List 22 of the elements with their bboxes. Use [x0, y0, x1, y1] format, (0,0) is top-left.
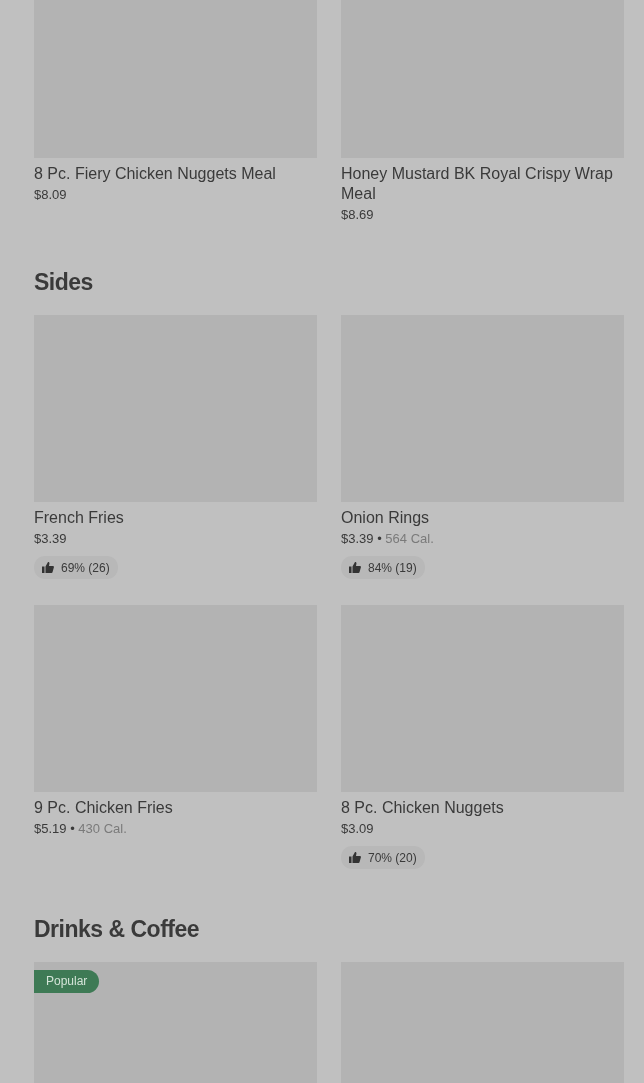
item-name: French Fries — [34, 508, 125, 528]
thumbs-up-icon — [42, 562, 54, 573]
rating-badge: 84% (19) — [341, 556, 425, 579]
item-price: $8.09 — [34, 187, 68, 203]
item-name: 8 Pc. Chicken Nuggets — [341, 798, 505, 818]
item-name: Onion Rings — [341, 508, 431, 528]
thumbs-up-icon — [349, 852, 361, 863]
section-heading: Sides — [34, 269, 94, 295]
section-heading: Drinks & Coffee — [34, 916, 201, 942]
popular-badge: Popular — [34, 970, 100, 993]
item-name: 9 Pc. Chicken Fries — [34, 798, 174, 818]
image-placeholder[interactable]: Popular — [34, 962, 317, 1083]
item-price: $3.09 — [341, 821, 375, 837]
item-name: Honey Mustard BK Royal Crispy Wrap Meal — [341, 164, 614, 204]
rating-badge: 69% (26) — [34, 556, 118, 579]
item-name: 8 Pc. Fiery Chicken Nuggets Meal — [34, 164, 277, 184]
rating-badge: 70% (20) — [341, 846, 425, 869]
item-price: $3.39 • 564 Cal. — [341, 531, 435, 547]
item-price: $3.39 — [34, 531, 68, 547]
item-price: $5.19 • 430 Cal. — [34, 821, 128, 837]
thumbs-up-icon — [349, 562, 361, 573]
item-price: $8.69 — [341, 207, 375, 223]
